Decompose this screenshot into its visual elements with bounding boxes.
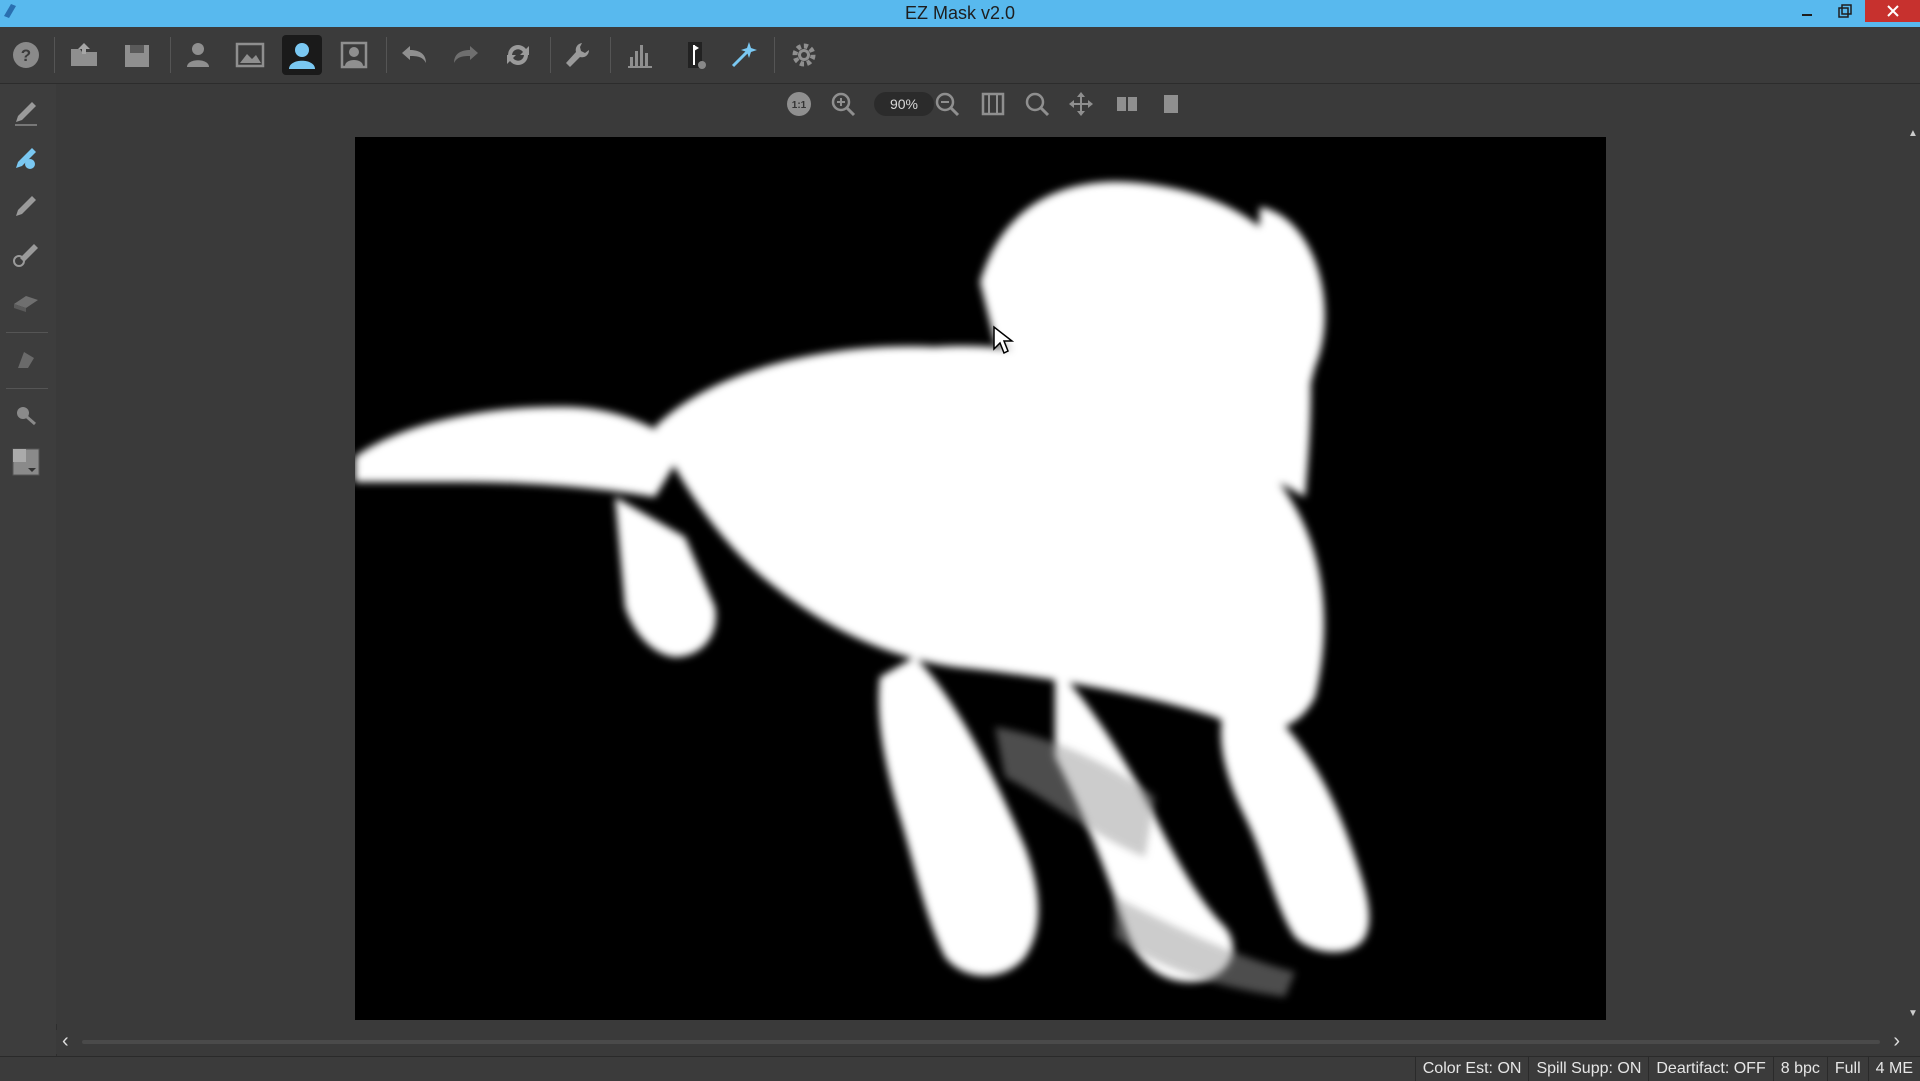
status-bar: Color Est: ON Spill Supp: ON Deartifact:… [0, 1056, 1920, 1081]
restore-icon [1838, 4, 1852, 18]
zoom-level[interactable]: 90% [874, 92, 934, 116]
zoom-in-button[interactable] [828, 89, 858, 119]
magic-wand-button[interactable] [724, 35, 764, 75]
magic-wand-icon [731, 42, 757, 68]
mouse-cursor-icon [993, 325, 1014, 355]
fit-window-icon [981, 92, 1005, 116]
close-icon [1886, 5, 1899, 17]
open-button[interactable] [64, 35, 104, 75]
magnifier-tool[interactable] [6, 396, 46, 436]
image-icon [235, 42, 265, 68]
eraser-icon [14, 296, 38, 312]
ring-brush-icon [13, 244, 38, 267]
zoom-in-icon [831, 92, 856, 117]
redo-icon [454, 46, 478, 63]
save-icon [125, 45, 149, 67]
single-view-icon [1164, 95, 1178, 113]
color-swatch-icon [12, 448, 40, 476]
pencil-icon [15, 102, 37, 126]
horizontal-scrollbar[interactable]: ‹ › [56, 1030, 1906, 1054]
mask-preview-image[interactable] [355, 137, 1606, 1020]
bit-depth-status: 8 bpc [1772, 1057, 1827, 1081]
zoom-out-button[interactable] [932, 89, 962, 119]
help-icon: ? [13, 42, 39, 68]
restore-button[interactable] [1828, 0, 1862, 22]
spill-suppression-status[interactable]: Spill Supp: ON [1528, 1057, 1648, 1081]
eraser-tool[interactable] [6, 282, 46, 322]
window-title: EZ Mask v2.0 [904, 3, 1016, 23]
scroll-up-icon[interactable]: ▲ [1908, 128, 1918, 139]
vertical-scrollbar[interactable]: ▲ ▼ [1906, 124, 1920, 1024]
zoom-tool-button[interactable] [1022, 89, 1052, 119]
svg-text:?: ? [21, 46, 31, 65]
split-view-icon [1117, 97, 1137, 111]
tool-palette [0, 84, 57, 1056]
flag-icon [688, 42, 706, 69]
app-logo-icon [4, 4, 16, 18]
scroll-right-icon[interactable]: › [1893, 1030, 1900, 1053]
brush-icon [16, 196, 36, 216]
deartifact-status[interactable]: Deartifact: OFF [1648, 1057, 1772, 1081]
foreground-brush-tool[interactable] [6, 138, 46, 178]
single-view-button[interactable] [1156, 89, 1186, 119]
fill-tool[interactable] [6, 340, 46, 380]
foreground-brush-icon [16, 148, 36, 169]
redo-button[interactable] [446, 35, 486, 75]
image-view-button[interactable] [230, 35, 270, 75]
move-icon [1069, 92, 1093, 116]
minimize-button[interactable] [1790, 0, 1824, 22]
scroll-track[interactable] [82, 1040, 1880, 1044]
close-button[interactable] [1865, 0, 1920, 22]
split-view-button[interactable] [1112, 89, 1142, 119]
pencil-tool[interactable] [6, 92, 46, 132]
scroll-left-icon[interactable]: ‹ [62, 1030, 69, 1053]
zoom-toolbar: 1:1 90% [56, 84, 1920, 124]
composite-view-icon [340, 41, 368, 69]
magnifier-icon [17, 407, 36, 426]
histogram-button[interactable] [620, 35, 660, 75]
svg-text:1:1: 1:1 [792, 100, 807, 111]
save-button[interactable] [117, 35, 157, 75]
dog-mask-silhouette [355, 181, 1370, 997]
undo-button[interactable] [394, 35, 434, 75]
minimize-icon [1802, 14, 1812, 16]
person-icon [187, 43, 209, 67]
foreground-button[interactable] [178, 35, 218, 75]
zoom-out-icon [935, 92, 960, 117]
scroll-down-icon[interactable]: ▼ [1908, 1008, 1918, 1019]
histogram-icon [628, 45, 652, 68]
main-toolbar: ? [0, 27, 1920, 84]
settings-wrench-button[interactable] [558, 35, 598, 75]
fit-window-button[interactable] [978, 89, 1008, 119]
magnifier-icon [1025, 92, 1050, 117]
title-bar: EZ Mask v2.0 [0, 0, 1920, 27]
composite-view-button[interactable] [334, 35, 374, 75]
memory-status: 4 ME [1867, 1057, 1920, 1081]
flag-button[interactable] [676, 35, 716, 75]
actual-size-button[interactable]: 1:1 [784, 89, 814, 119]
mask-view-button[interactable] [282, 35, 322, 75]
undo-icon [402, 46, 426, 63]
wrench-icon [566, 43, 590, 67]
refresh-button[interactable] [498, 35, 538, 75]
color-estimation-status[interactable]: Color Est: ON [1414, 1057, 1529, 1081]
fill-icon [18, 352, 34, 368]
actual-size-icon: 1:1 [787, 92, 811, 116]
pan-button[interactable] [1066, 89, 1096, 119]
erase-brush-tool[interactable] [6, 234, 46, 274]
background-brush-tool[interactable] [6, 186, 46, 226]
gear-icon [792, 43, 816, 67]
refresh-icon [507, 45, 529, 65]
help-button[interactable]: ? [6, 35, 46, 75]
preferences-button[interactable] [784, 35, 824, 75]
open-folder-icon [71, 43, 97, 66]
mask-view-icon [289, 43, 315, 69]
color-swatch[interactable] [6, 442, 46, 482]
resolution-status: Full [1826, 1057, 1868, 1081]
